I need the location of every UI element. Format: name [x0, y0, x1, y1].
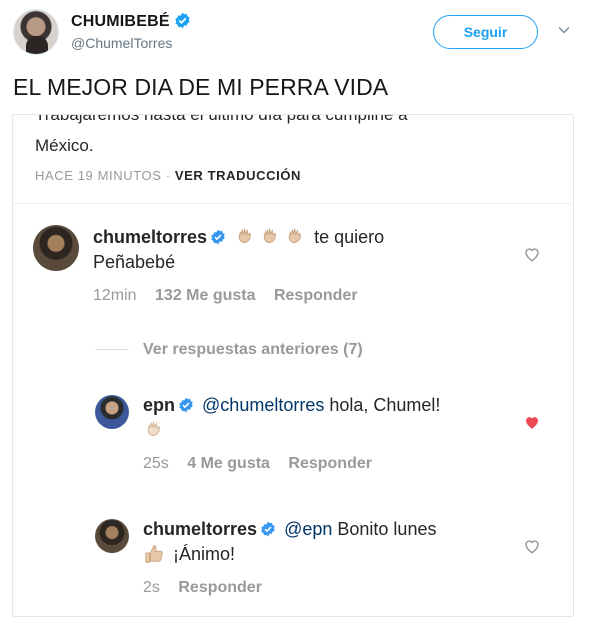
verified-badge-icon [175, 12, 190, 29]
waving-hand-emoji-icon [263, 228, 276, 243]
comment-body: chumeltorres @epn Bonito lunes ¡Ánimo! [143, 517, 513, 567]
post-time: HACE 19 MINUTOS [35, 168, 162, 183]
comment-meta: 25s 4 Me gusta Responder [143, 455, 386, 473]
comment-text: Peñabebé [93, 252, 176, 272]
chevron-down-icon[interactable] [557, 23, 571, 37]
avatar[interactable] [33, 225, 79, 271]
handle[interactable]: @ChumelTorres [71, 35, 172, 51]
comment-meta: 2s Responder [143, 579, 276, 597]
display-name-text: CHUMIBEBÉ [71, 13, 170, 30]
translate-link[interactable]: VER TRADUCCIÓN [175, 168, 301, 183]
divider [95, 349, 129, 351]
comment-username[interactable]: epn [143, 395, 175, 415]
avatar[interactable] [95, 395, 129, 429]
reply-button[interactable]: Responder [178, 579, 262, 596]
tweet-header: CHUMIBEBÉ @ChumelTorres Seguir [13, 9, 579, 61]
comment-time: 2s [143, 579, 160, 596]
embedded-screenshot: Trabajaremos hasta el último día para cu… [12, 114, 574, 617]
comment-text: te quiero [314, 227, 385, 247]
comment-likes[interactable]: 4 Me gusta [187, 455, 270, 472]
display-name[interactable]: CHUMIBEBÉ [71, 12, 191, 31]
avatar[interactable] [13, 9, 59, 55]
comment-text: hola, Chumel! [329, 395, 441, 415]
comment-text: ¡Ánimo! [173, 544, 236, 564]
heart-outline-icon[interactable] [523, 537, 541, 555]
comment-username[interactable]: chumeltorres [93, 227, 207, 247]
reply-button[interactable]: Responder [288, 455, 372, 472]
comment-time: 25s [143, 455, 169, 472]
comment-likes[interactable]: 132 Me gusta [155, 287, 255, 304]
mention-link[interactable]: @epn [284, 519, 332, 539]
comment-text: Bonito lunes [337, 519, 437, 539]
view-previous-label: Ver respuestas anteriores (7) [143, 341, 363, 358]
heart-filled-icon[interactable] [523, 413, 541, 431]
follow-button[interactable]: Seguir [433, 15, 538, 49]
waving-hand-emoji-icon [147, 421, 160, 436]
verified-badge-icon [179, 397, 193, 413]
verified-badge-icon [261, 521, 275, 537]
meta-separator: · [165, 168, 171, 183]
avatar[interactable] [95, 519, 129, 553]
comment-meta: 12min 132 Me gusta Responder [93, 287, 372, 305]
mention-link[interactable]: @chumeltorres [202, 395, 324, 415]
divider [13, 203, 573, 204]
post-meta: HACE 19 MINUTOS · VER TRADUCCIÓN [35, 168, 301, 183]
tweet-text: EL MEJOR DIA DE MI PERRA VIDA [13, 74, 389, 100]
verified-badge-icon [211, 229, 225, 245]
waving-hand-emoji-icon [288, 228, 301, 243]
comment-body: chumeltorres te quiero Peñabebé [93, 225, 513, 275]
waving-hand-emoji-icon [238, 228, 251, 243]
caption-text: México. [35, 136, 94, 155]
caption-cutoff: Trabajaremos hasta el último día para cu… [35, 114, 408, 124]
thumbs-up-emoji-icon [145, 545, 163, 563]
comment-username[interactable]: chumeltorres [143, 519, 257, 539]
comment-body: epn @chumeltorres hola, Chumel! [143, 393, 513, 443]
heart-outline-icon[interactable] [523, 245, 541, 263]
comment-time: 12min [93, 287, 137, 304]
reply-button[interactable]: Responder [274, 287, 358, 304]
view-previous-replies[interactable]: Ver respuestas anteriores (7) [95, 341, 363, 359]
